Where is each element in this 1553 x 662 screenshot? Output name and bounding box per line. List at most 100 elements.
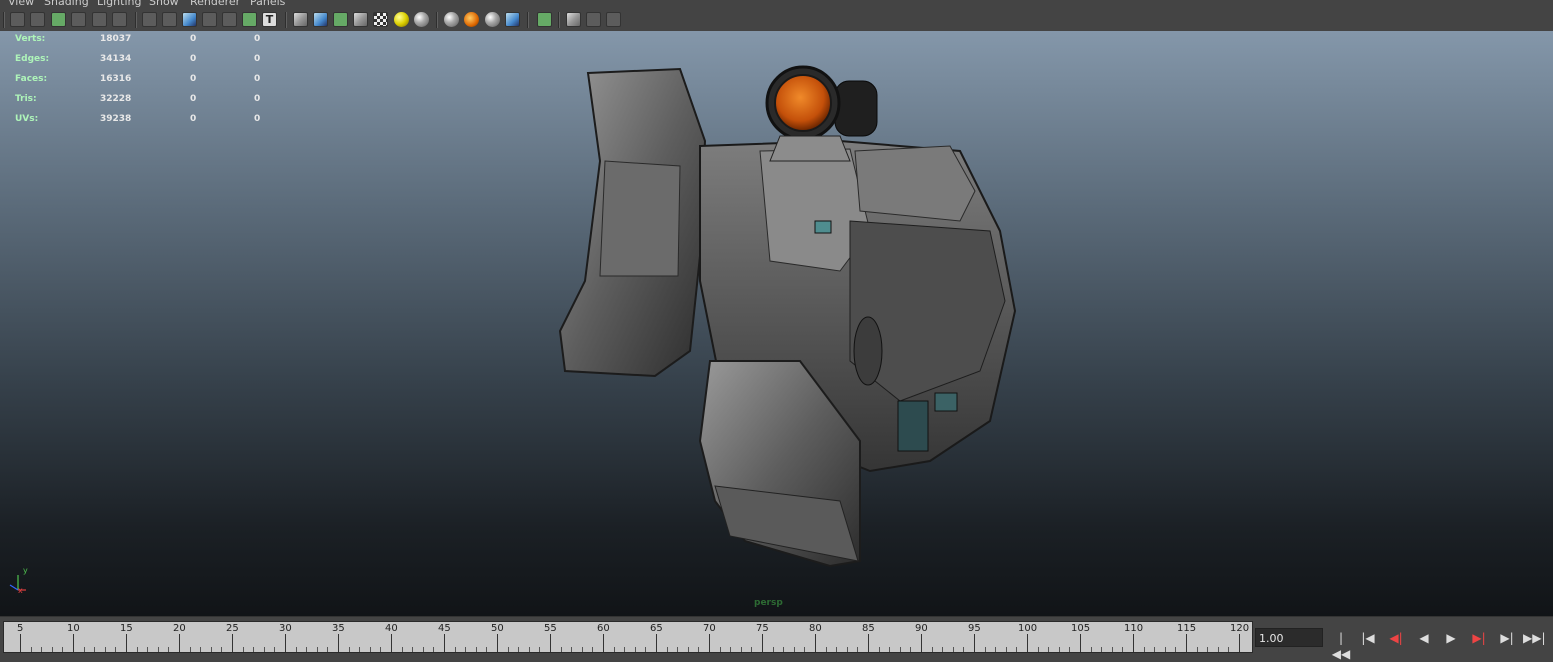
xray-components-icon[interactable] — [353, 12, 368, 27]
ruler-minor-tick — [1217, 647, 1219, 652]
ruler-minor-tick — [1048, 647, 1050, 652]
current-time-field[interactable]: 1.00 — [1255, 628, 1323, 647]
ruler-minor-tick — [401, 647, 403, 652]
shade-selected-icon[interactable] — [202, 12, 217, 27]
ruler-minor-tick — [1164, 647, 1166, 652]
ruler-major-tick — [20, 634, 21, 652]
ruler-major-tick — [338, 634, 339, 652]
smooth-shade-icon[interactable] — [162, 12, 177, 27]
ruler-minor-tick — [348, 647, 350, 652]
shadows-icon[interactable] — [414, 12, 429, 27]
multisample-aa-icon[interactable] — [485, 12, 500, 27]
ruler-minor-tick — [899, 647, 901, 652]
ruler-minor-tick — [624, 647, 626, 652]
menu-view[interactable]: View — [8, 0, 34, 8]
step-back-frame-button[interactable]: ◀| — [1385, 630, 1407, 646]
ruler-minor-tick — [1143, 647, 1145, 652]
use-all-lights-icon[interactable] — [242, 12, 257, 27]
isolate-select-icon[interactable] — [537, 12, 552, 27]
ruler-tick-label: 25 — [226, 623, 239, 634]
menu-lighting[interactable]: Lighting — [97, 0, 141, 8]
ruler-tick-label: 40 — [385, 623, 398, 634]
ruler-minor-tick — [889, 647, 891, 652]
play-forwards-button[interactable]: ▶ — [1440, 630, 1462, 646]
hypershade-icon[interactable] — [606, 12, 621, 27]
ruler-minor-tick — [645, 647, 647, 652]
ruler-minor-tick — [857, 647, 859, 652]
textured-icon[interactable] — [222, 12, 237, 27]
ruler-minor-tick — [210, 647, 212, 652]
screen-space-ao-icon[interactable] — [444, 12, 459, 27]
z-axis-line — [9, 584, 19, 591]
step-back-key-button[interactable]: |◀ — [1357, 630, 1379, 646]
time-ruler[interactable]: 5 10 15 20 25 30 35 40 45 50 55 60 65 70 75 80 85 90 95 100… — [3, 621, 1253, 653]
xray-joints-icon[interactable] — [333, 12, 348, 27]
ruler-minor-tick — [698, 647, 700, 652]
ruler-minor-tick — [253, 647, 255, 652]
ruler-minor-tick — [751, 647, 753, 652]
menu-panels[interactable]: Panels — [250, 0, 285, 8]
ruler-minor-tick — [1016, 647, 1018, 652]
ruler-minor-tick — [910, 647, 912, 652]
ruler-minor-tick — [115, 647, 117, 652]
ruler-minor-tick — [62, 647, 64, 652]
ruler-tick-label: 100 — [1018, 623, 1038, 634]
backface-culling-icon[interactable] — [373, 12, 388, 27]
viewport-toolbar: T — [0, 9, 1553, 32]
menu-renderer[interactable]: Renderer — [190, 0, 240, 8]
ruler-major-tick — [179, 634, 180, 652]
toolbar-separator — [527, 12, 529, 28]
ruler-minor-tick — [168, 647, 170, 652]
wireframe-icon[interactable] — [142, 12, 157, 27]
ruler-major-tick — [868, 634, 869, 652]
grid-icon[interactable] — [71, 12, 86, 27]
play-backwards-button[interactable]: ◀ — [1413, 630, 1435, 646]
film-gate-icon[interactable] — [92, 12, 107, 27]
ruler-minor-tick — [666, 647, 668, 652]
ruler-major-tick — [497, 634, 498, 652]
ruler-minor-tick — [359, 647, 361, 652]
ruler-minor-tick — [942, 647, 944, 652]
step-forward-key-button[interactable]: ▶| — [1496, 630, 1518, 646]
go-to-end-button[interactable]: ▶▶| — [1523, 630, 1546, 646]
ruler-minor-tick — [200, 647, 202, 652]
gun-model[interactable] — [0, 31, 1553, 616]
ruler-minor-tick — [1111, 647, 1113, 652]
motion-blur-icon[interactable] — [464, 12, 479, 27]
two-view-icon[interactable] — [586, 12, 601, 27]
ruler-minor-tick — [952, 647, 954, 652]
ruler-major-tick — [974, 634, 975, 652]
bookmark-icon[interactable] — [30, 12, 45, 27]
ruler-minor-tick — [412, 647, 414, 652]
camera-attributes-icon[interactable] — [10, 12, 25, 27]
ruler-tick-label: 90 — [915, 623, 928, 634]
3d-viewport[interactable]: Verts: 18037 0 0 Edges: 34134 0 0 Faces:… — [0, 31, 1553, 616]
go-to-start-button[interactable]: |◀◀ — [1330, 630, 1352, 661]
ruler-tick-label: 110 — [1124, 623, 1144, 634]
default-material-icon[interactable] — [182, 12, 197, 27]
single-view-icon[interactable] — [566, 12, 581, 27]
ruler-minor-tick — [772, 647, 774, 652]
ruler-minor-tick — [793, 647, 795, 652]
ruler-minor-tick — [221, 647, 223, 652]
ruler-major-tick — [126, 634, 127, 652]
step-forward-frame-button[interactable]: ▶| — [1468, 630, 1490, 646]
image-plane-icon[interactable] — [51, 12, 66, 27]
ruler-tick-label: 35 — [332, 623, 345, 634]
ruler-minor-tick — [41, 647, 43, 652]
resolution-gate-icon[interactable] — [112, 12, 127, 27]
xray-icon[interactable] — [313, 12, 328, 27]
menu-shading[interactable]: Shading — [44, 0, 89, 8]
ruler-minor-tick — [1069, 647, 1071, 652]
ruler-minor-tick — [995, 647, 997, 652]
menu-show[interactable]: Show — [149, 0, 179, 8]
ruler-major-tick — [709, 634, 710, 652]
depth-of-field-icon[interactable] — [505, 12, 520, 27]
text-icon[interactable]: T — [262, 12, 277, 27]
ruler-tick-label: 10 — [67, 623, 80, 634]
wireframe-on-shaded-icon[interactable] — [293, 12, 308, 27]
ruler-minor-tick — [687, 647, 689, 652]
default-light-icon[interactable] — [394, 12, 409, 27]
ruler-minor-tick — [518, 647, 520, 652]
ruler-minor-tick — [1037, 647, 1039, 652]
